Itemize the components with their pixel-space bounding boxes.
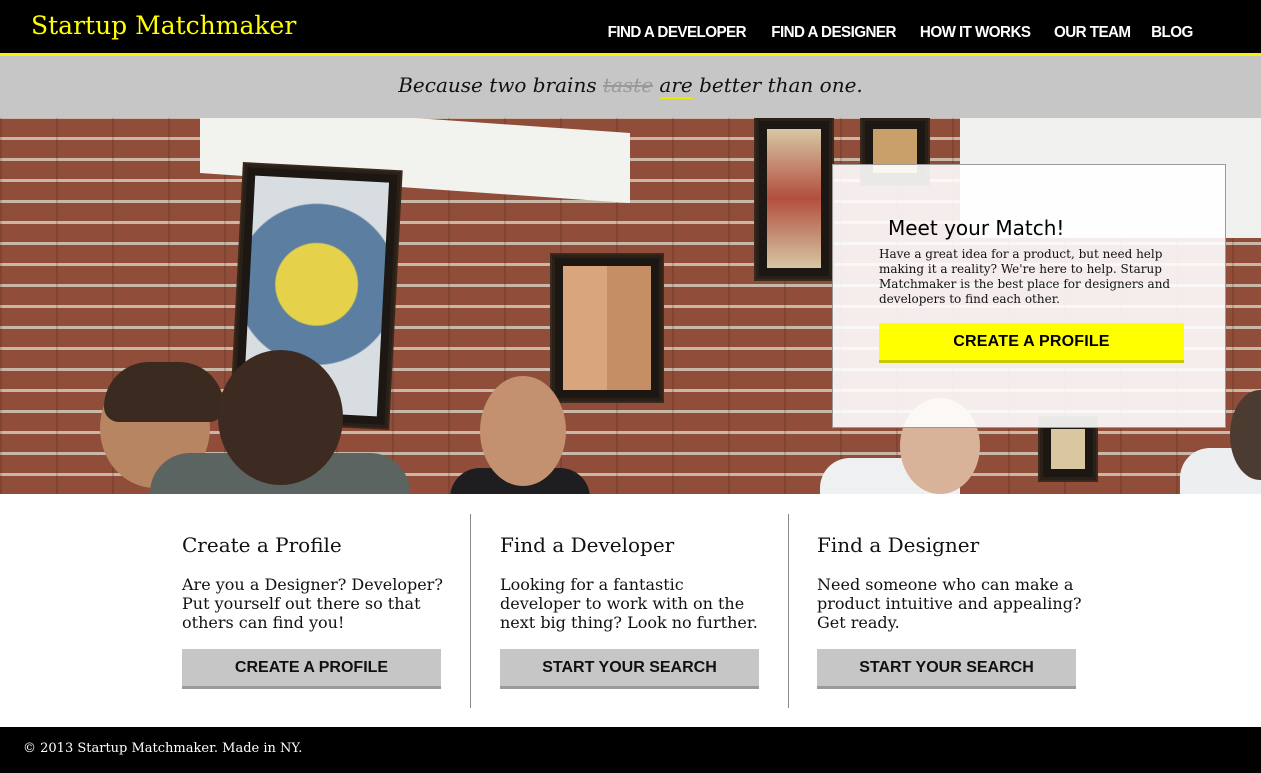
hero-create-profile-button[interactable]: CREATE A PROFILE (879, 323, 1184, 363)
tagline-text: Because two brains taste are better than… (0, 56, 1261, 99)
hero-section: Meet your Match! Have a great idea for a… (0, 118, 1261, 494)
feature-text: Looking for a fantastic developer to wor… (500, 575, 758, 632)
column-divider (788, 514, 789, 708)
column-divider (470, 514, 471, 708)
nav-find-developer[interactable]: FIND A DEVELOPER (608, 22, 747, 44)
developer-search-button[interactable]: START YOUR SEARCH (500, 649, 759, 689)
hero-photo-person (218, 350, 343, 485)
hero-photo-person (480, 376, 566, 486)
tagline-are-word: are (659, 73, 693, 99)
nav-our-team[interactable]: OUR TEAM (1054, 22, 1131, 44)
feature-find-developer: Find a Developer Looking for a fantastic… (500, 514, 818, 708)
feature-find-designer: Find a Designer Need someone who can mak… (817, 514, 1135, 708)
site-footer: © 2013 Startup Matchmaker. Made in NY. (0, 727, 1261, 773)
tagline-struck-word: taste (602, 73, 654, 97)
main-nav: FIND A DEVELOPER FIND A DESIGNER HOW IT … (604, 22, 1194, 44)
feature-title: Find a Designer (817, 533, 980, 557)
feature-title: Create a Profile (182, 533, 342, 557)
hero-photo-person-hair (104, 362, 224, 422)
nav-how-it-works[interactable]: HOW IT WORKS (920, 22, 1031, 44)
feature-text: Need someone who can make a product intu… (817, 575, 1082, 632)
create-profile-button[interactable]: CREATE A PROFILE (182, 649, 441, 689)
nav-blog[interactable]: BLOG (1151, 22, 1193, 44)
card-title: Meet your Match! (888, 216, 1065, 240)
tagline-after: better than one. (692, 73, 863, 97)
designer-search-button[interactable]: START YOUR SEARCH (817, 649, 1076, 689)
site-header: Startup Matchmaker FIND A DEVELOPER FIND… (0, 0, 1261, 56)
tagline-bar: Because two brains taste are better than… (0, 56, 1261, 118)
card-description: Have a great idea for a product, but nee… (879, 247, 1171, 306)
nav-find-designer[interactable]: FIND A DESIGNER (771, 22, 896, 44)
meet-your-match-card: Meet your Match! Have a great idea for a… (832, 164, 1226, 428)
feature-text: Are you a Designer? Developer? Put yours… (182, 575, 443, 632)
footer-copyright: © 2013 Startup Matchmaker. Made in NY. (23, 741, 303, 756)
feature-title: Find a Developer (500, 533, 675, 557)
tagline-before: Because two brains (398, 73, 603, 97)
site-logo[interactable]: Startup Matchmaker (31, 9, 296, 43)
feature-create-profile: Create a Profile Are you a Designer? Dev… (182, 514, 500, 708)
